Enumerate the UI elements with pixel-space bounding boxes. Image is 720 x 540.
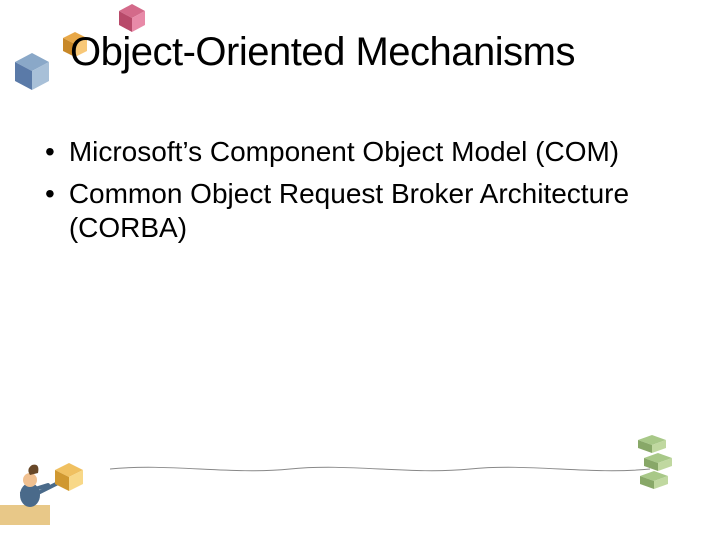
person-cube-icon <box>0 445 120 530</box>
bullet-text: Common Object Request Broker Architectur… <box>69 177 660 245</box>
slide-body: • Microsoft’s Component Object Model (CO… <box>45 135 660 253</box>
slide: Object-Oriented Mechanisms • Microsoft’s… <box>0 0 720 540</box>
bullet-marker: • <box>45 177 55 211</box>
bullet-item: • Common Object Request Broker Architect… <box>45 177 660 245</box>
bullet-item: • Microsoft’s Component Object Model (CO… <box>45 135 660 169</box>
cube-icon <box>10 50 54 99</box>
slide-title: Object-Oriented Mechanisms <box>70 30 575 75</box>
bullet-marker: • <box>45 135 55 169</box>
bullet-text: Microsoft’s Component Object Model (COM) <box>69 135 619 169</box>
divider-line <box>110 469 650 470</box>
